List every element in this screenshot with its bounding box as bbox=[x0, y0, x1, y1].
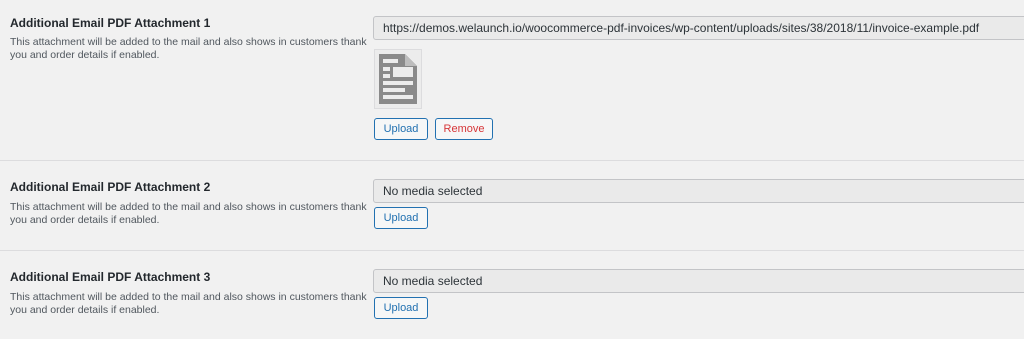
attachment-1-thumbnail bbox=[374, 49, 422, 109]
attachment-3-url-field[interactable]: No media selected bbox=[373, 269, 1024, 293]
attachment-2-title: Additional Email PDF Attachment 2 bbox=[10, 180, 211, 194]
attachment-2-row: Additional Email PDF Attachment 2 This a… bbox=[0, 161, 1024, 251]
document-icon bbox=[379, 54, 417, 104]
attachment-3-row: Additional Email PDF Attachment 3 This a… bbox=[0, 251, 1024, 339]
attachment-1-title: Additional Email PDF Attachment 1 bbox=[10, 16, 211, 30]
attachment-1-upload-button[interactable]: Upload bbox=[374, 118, 428, 140]
attachment-2-description: This attachment will be added to the mai… bbox=[10, 201, 367, 226]
attachment-3-upload-button[interactable]: Upload bbox=[374, 297, 428, 319]
attachment-1-url-field[interactable]: https://demos.welaunch.io/woocommerce-pd… bbox=[373, 16, 1024, 40]
attachment-3-description: This attachment will be added to the mai… bbox=[10, 291, 367, 316]
attachment-2-upload-button[interactable]: Upload bbox=[374, 207, 428, 229]
attachment-1-remove-button[interactable]: Remove bbox=[435, 118, 493, 140]
attachment-3-title: Additional Email PDF Attachment 3 bbox=[10, 270, 211, 284]
attachment-1-description: This attachment will be added to the mai… bbox=[10, 36, 367, 61]
attachment-2-url-field[interactable]: No media selected bbox=[373, 179, 1024, 203]
attachment-1-row: Additional Email PDF Attachment 1 This a… bbox=[0, 0, 1024, 161]
